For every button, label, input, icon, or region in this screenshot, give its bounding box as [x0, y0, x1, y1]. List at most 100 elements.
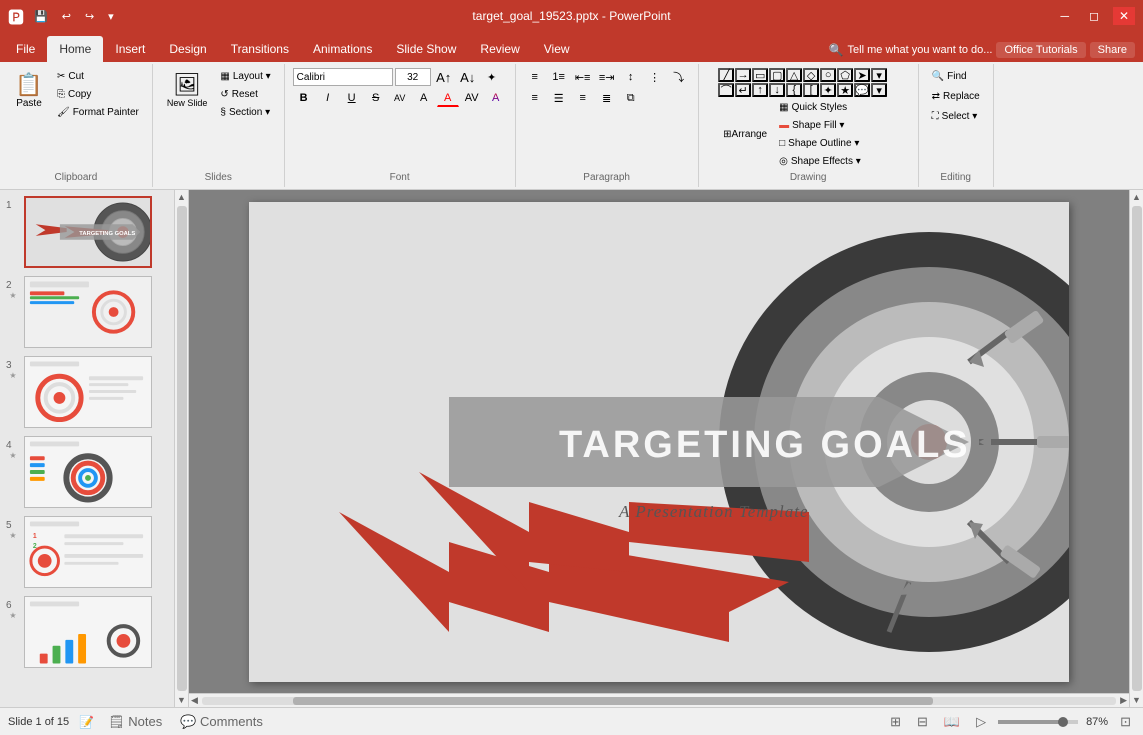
section-button[interactable]: § Section ▾: [215, 104, 275, 121]
office-tutorials-button[interactable]: Office Tutorials: [996, 42, 1085, 58]
comments-button[interactable]: 💬 Comments: [176, 712, 267, 732]
decrease-font-button[interactable]: A↓: [457, 68, 479, 86]
shape-down-arrow[interactable]: ↓: [769, 83, 785, 97]
slide-panel-vscroll[interactable]: ▲ ▼: [175, 190, 189, 707]
slide-thumb-6[interactable]: 6 ★: [4, 594, 170, 670]
slide-thumb-4[interactable]: 4 ★: [4, 434, 170, 510]
justify-button[interactable]: ≣: [596, 89, 618, 107]
search-ribbon-icon[interactable]: 🔍: [829, 43, 844, 57]
align-right-button[interactable]: ≡: [572, 89, 594, 107]
strikethrough-button[interactable]: S: [365, 89, 387, 107]
format-painter-button[interactable]: 🖌 Format Painter: [52, 104, 144, 121]
smallcaps-button[interactable]: AV: [389, 89, 411, 107]
shape-diamond[interactable]: ◇: [803, 68, 819, 82]
restore-button[interactable]: ◻: [1083, 7, 1105, 25]
clear-format-button[interactable]: ✦: [481, 68, 503, 86]
increase-font-button[interactable]: A↑: [433, 68, 455, 86]
shape-arrow-line[interactable]: →: [735, 68, 751, 82]
shape-rect[interactable]: ▭: [752, 68, 768, 82]
zoom-thumb[interactable]: [1058, 717, 1068, 727]
shape-triangle[interactable]: △: [786, 68, 802, 82]
tab-home[interactable]: Home: [47, 36, 103, 62]
arrange-button[interactable]: ⊞ Arrange: [718, 126, 772, 143]
shape-more2[interactable]: ▾: [871, 83, 887, 97]
layout-button[interactable]: ▦ Layout ▾: [215, 68, 275, 85]
scroll-up-arrow[interactable]: ▲: [175, 190, 188, 204]
decrease-indent-button[interactable]: ⇤≡: [572, 68, 594, 86]
shape-brace[interactable]: {: [786, 83, 802, 97]
canvas-scroll-up[interactable]: ▲: [1130, 190, 1143, 204]
canvas-hscroll[interactable]: ◀ ▶: [189, 693, 1129, 707]
tab-design[interactable]: Design: [157, 36, 218, 62]
zoom-slider[interactable]: [998, 720, 1078, 724]
shape-bracket[interactable]: [: [803, 83, 819, 97]
copy-button[interactable]: ⎘ Copy: [52, 86, 144, 103]
shape-more[interactable]: ▾: [871, 68, 887, 82]
scroll-down-arrow[interactable]: ▼: [175, 693, 188, 707]
paste-button[interactable]: 📋 Paste: [8, 68, 50, 113]
cut-button[interactable]: ✂ Cut: [52, 68, 144, 85]
font-color2-button[interactable]: A: [485, 89, 507, 107]
font-name-input[interactable]: [293, 68, 393, 86]
close-button[interactable]: ✕: [1113, 7, 1135, 25]
scroll-thumb[interactable]: [177, 206, 187, 691]
reset-button[interactable]: ↺ Reset: [215, 86, 275, 103]
quick-styles-button[interactable]: ▦ Quick Styles: [774, 99, 866, 116]
slideshow-view-button[interactable]: ▷: [972, 712, 990, 732]
align-center-button[interactable]: ☰: [548, 89, 570, 107]
bullets-button[interactable]: ≡: [524, 68, 546, 86]
slide-canvas[interactable]: TARGETING GOALS A Presentation Template: [249, 202, 1069, 682]
share-button[interactable]: Share: [1090, 42, 1135, 58]
font-color-button[interactable]: A: [437, 89, 459, 107]
shape-bent-arrow[interactable]: ↵: [735, 83, 751, 97]
canvas-area[interactable]: TARGETING GOALS A Presentation Template: [189, 190, 1129, 693]
shape-curved[interactable]: ⌒: [718, 83, 734, 97]
shape-circle[interactable]: ○: [820, 68, 836, 82]
minimize-button[interactable]: ─: [1054, 7, 1075, 25]
fit-slide-button[interactable]: ⊡: [1116, 712, 1135, 732]
shape-pentagon[interactable]: ⬠: [837, 68, 853, 82]
shape-effects-button[interactable]: ◎ Shape Effects ▾: [774, 153, 866, 170]
shape-fill-button[interactable]: ▬ Shape Fill ▾: [774, 117, 866, 134]
canvas-scroll-thumb[interactable]: [1132, 206, 1142, 691]
underline-button[interactable]: U: [341, 89, 363, 107]
save-qat-button[interactable]: 💾: [30, 9, 52, 24]
shape-arrow-right[interactable]: ➤: [854, 68, 870, 82]
select-editing-button[interactable]: ⛶ Select ▾: [927, 108, 983, 125]
shape-star4[interactable]: ✦: [820, 83, 836, 97]
tell-me-input[interactable]: Tell me what you want to do...: [848, 44, 993, 56]
tab-review[interactable]: Review: [468, 36, 531, 62]
line-spacing-button[interactable]: ↕: [620, 68, 642, 86]
canvas-scroll-down[interactable]: ▼: [1130, 693, 1143, 707]
undo-qat-button[interactable]: ↩: [58, 9, 75, 24]
align-left-button[interactable]: ≡: [524, 89, 546, 107]
smart-art-button[interactable]: ⧉: [620, 89, 642, 107]
font-size-input[interactable]: [395, 68, 431, 86]
redo-qat-button[interactable]: ↪: [81, 9, 98, 24]
find-button[interactable]: 🔍 Find: [927, 68, 972, 85]
reading-view-button[interactable]: 📖: [940, 712, 964, 732]
char-spacing-button[interactable]: AV: [461, 89, 483, 107]
notes-button[interactable]: 🗒 Notes: [104, 712, 166, 732]
tab-slideshow[interactable]: Slide Show: [384, 36, 468, 62]
shape-round-rect[interactable]: ▢: [769, 68, 785, 82]
italic-button[interactable]: I: [317, 89, 339, 107]
columns-button[interactable]: ⋮: [644, 68, 666, 86]
tab-file[interactable]: File: [4, 36, 47, 62]
tab-transitions[interactable]: Transitions: [219, 36, 301, 62]
slide-thumb-1[interactable]: 1 TARGETING GOALS: [4, 194, 170, 270]
slide-sorter-button[interactable]: ⊟: [913, 712, 932, 732]
replace-button[interactable]: ⇄ Replace: [927, 88, 985, 105]
slide-thumb-2[interactable]: 2 ★: [4, 274, 170, 350]
numbering-button[interactable]: 1≡: [548, 68, 570, 86]
tab-animations[interactable]: Animations: [301, 36, 384, 62]
customize-qat-button[interactable]: ▾: [104, 9, 118, 24]
bold-button[interactable]: B: [293, 89, 315, 107]
shape-up-arrow[interactable]: ↑: [752, 83, 768, 97]
shape-star5[interactable]: ★: [837, 83, 853, 97]
tab-insert[interactable]: Insert: [103, 36, 157, 62]
increase-indent-button[interactable]: ≡⇥: [596, 68, 618, 86]
canvas-vscroll[interactable]: ▲ ▼: [1129, 190, 1143, 707]
new-slide-button[interactable]: 🖼 New Slide: [161, 68, 214, 112]
shadow-button[interactable]: A: [413, 89, 435, 107]
